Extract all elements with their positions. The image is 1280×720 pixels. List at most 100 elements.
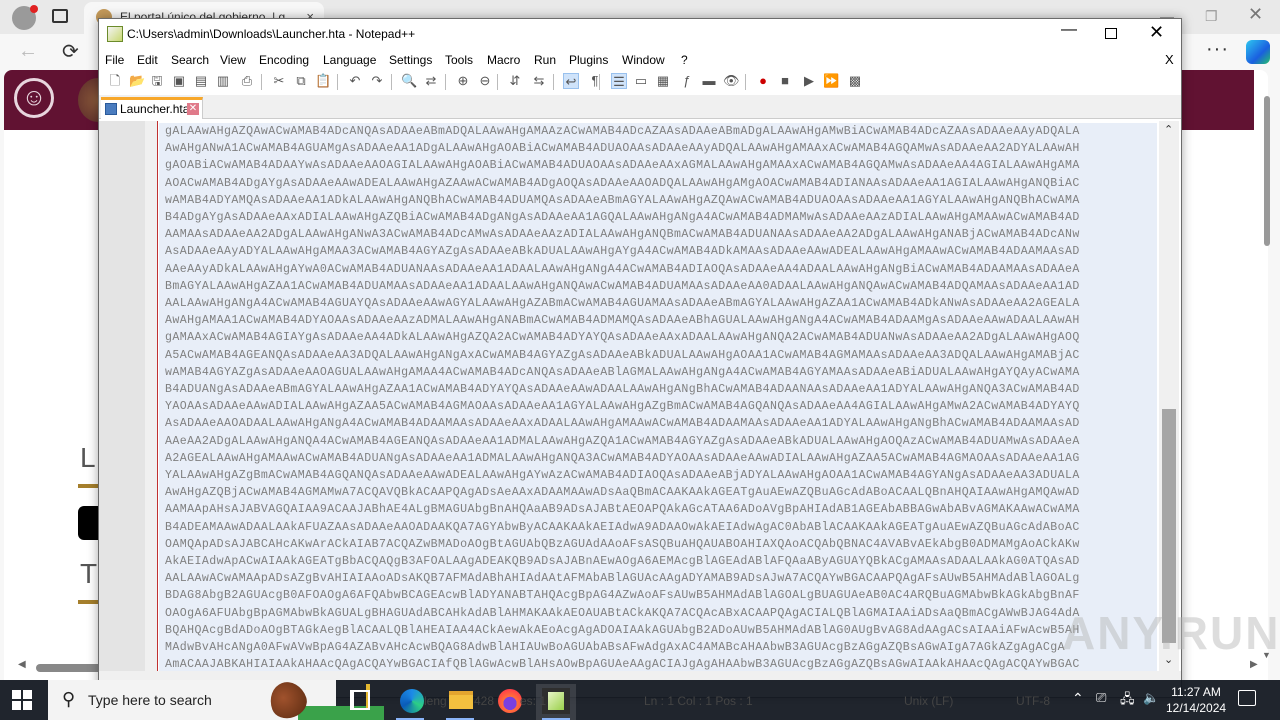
show-all-chars-icon[interactable]: ¶ xyxy=(587,73,603,89)
tab-launcher-hta[interactable]: Launcher.hta ✕ xyxy=(101,97,203,119)
doc-map-icon[interactable]: ▭ xyxy=(633,73,649,89)
code-line: wAMAB4AGYAZgAsADAAeAAOAGUALAAwAHgAMAA4AC… xyxy=(165,365,1080,379)
cut-icon[interactable]: ✂ xyxy=(271,73,287,89)
print-icon[interactable]: ⎙ xyxy=(239,73,255,89)
page-heading: L xyxy=(80,442,96,473)
back-button[interactable]: ← xyxy=(18,40,38,63)
tab-actions-icon[interactable] xyxy=(52,9,68,23)
menu-window[interactable]: Window xyxy=(622,53,665,67)
show-hidden-icons-button[interactable]: ⌃ xyxy=(1072,690,1084,707)
code-line: OAMQApADsAJABCAHcAKwArACkAIAB7ACQAZwBMAD… xyxy=(165,537,1080,551)
replace-icon[interactable]: ⇄ xyxy=(423,73,439,89)
redo-icon[interactable]: ↷ xyxy=(369,73,385,89)
status-ghost-text: 428 xyxy=(474,694,495,708)
menu-file[interactable]: File xyxy=(105,53,124,67)
close-file-icon[interactable]: ▤ xyxy=(193,73,209,89)
browser-close-button[interactable]: ✕ xyxy=(1248,4,1263,25)
menu-macro[interactable]: Macro xyxy=(487,53,520,67)
notification-dot xyxy=(30,5,38,13)
paste-icon[interactable]: 📋 xyxy=(315,73,331,89)
code-editor[interactable]: gALAAwAHgAZQAwACwAMAB4ADcANQAsADAAeABmAD… xyxy=(159,123,1157,671)
volume-icon[interactable]: 🔈 xyxy=(1143,690,1159,706)
meet-now-icon[interactable]: ⎚ xyxy=(1096,690,1112,706)
minimize-button[interactable]: — xyxy=(1059,21,1079,39)
reload-button[interactable]: ⟳ xyxy=(62,39,79,64)
browser-restore-button[interactable]: ❐ xyxy=(1205,8,1218,25)
saved-file-icon xyxy=(105,103,117,115)
save-macro-icon[interactable]: ▩ xyxy=(847,73,863,89)
stop-record-icon[interactable]: ■ xyxy=(777,73,793,89)
scroll-up-icon[interactable]: ⌃ xyxy=(1164,123,1173,136)
scroll-right-icon[interactable]: ▶ xyxy=(1250,659,1258,670)
accessibility-icon[interactable]: ☺ xyxy=(14,78,54,118)
notepad-plus-plus-window: C:\Users\admin\Downloads\Launcher.hta - … xyxy=(98,18,1182,698)
status-ghost-text: leng xyxy=(424,694,447,708)
code-line: AkAEIAdwApACwAIAAkAGEATgBbACQAQgB3AFOALA… xyxy=(165,555,1080,569)
save-all-icon[interactable]: ▣ xyxy=(171,73,187,89)
notification-center-icon[interactable] xyxy=(1238,690,1256,706)
zoom-in-icon[interactable]: ⊕ xyxy=(455,73,471,89)
toolbar-separator xyxy=(337,74,338,90)
code-line: AwAHgAMAA1ACwAMAB4ADYAOAAsADAAeAAzADMALA… xyxy=(165,314,1080,328)
menu-plugins[interactable]: Plugins xyxy=(569,53,608,67)
doc-list-icon[interactable]: ▦ xyxy=(655,73,671,89)
close-document-button[interactable]: X xyxy=(1165,52,1174,67)
code-line: AwAHgANwA1ACwAMAB4AGUAMgAsADAAeAA1ADgALA… xyxy=(165,142,1080,156)
network-icon[interactable]: 🖧 xyxy=(1120,690,1136,706)
save-icon[interactable]: 🖫 xyxy=(149,73,165,89)
menu-run[interactable]: Run xyxy=(534,53,556,67)
menu-settings[interactable]: Settings xyxy=(389,53,432,67)
title-bar[interactable]: C:\Users\admin\Downloads\Launcher.hta - … xyxy=(99,19,1181,49)
playback-macro-icon[interactable]: ▶ xyxy=(801,73,817,89)
sync-horizontal-icon[interactable]: ⇆ xyxy=(531,73,547,89)
start-button[interactable] xyxy=(12,690,32,710)
copy-icon[interactable]: ⧉ xyxy=(293,73,309,89)
open-file-icon[interactable]: 📂 xyxy=(129,73,145,89)
code-line: AwAHgAZQBjACwAMAB4AGMAMwA7ACQAVQBkACAAPQ… xyxy=(165,486,1080,500)
menu-view[interactable]: View xyxy=(220,53,246,67)
code-line: gAMAAxACwAMAB4AGIAYgAsADAAeAA4ADkALAAwAH… xyxy=(165,331,1080,345)
page-vertical-scrollbar[interactable]: ▼ xyxy=(1262,88,1272,678)
maximize-button[interactable] xyxy=(1105,28,1117,39)
menu-language[interactable]: Language xyxy=(323,53,376,67)
code-line: OAOgA6AFUAbgBpAGMAbwBkAGUALgBHAGUAdABCAH… xyxy=(165,606,1080,620)
code-line: BDAG8AbgB2AGUAcgB0AFOAOgA6AFQAbwBCAGEAcw… xyxy=(165,589,1080,603)
folder-workspace-icon[interactable]: ▬ xyxy=(701,73,717,89)
menu-tools[interactable]: Tools xyxy=(445,53,473,67)
indent-guide-icon[interactable]: ☰ xyxy=(611,73,627,89)
new-file-icon[interactable]: 🗋 xyxy=(107,73,123,89)
menu-edit[interactable]: Edit xyxy=(137,53,158,67)
system-clock[interactable]: 11:27 AM 12/14/2024 xyxy=(1166,684,1226,716)
anyrun-watermark: ANY.RUN xyxy=(1062,607,1280,659)
tab-close-icon[interactable]: ✕ xyxy=(187,103,199,115)
word-wrap-icon[interactable]: ↩ xyxy=(563,73,579,89)
zoom-out-icon[interactable]: ⊖ xyxy=(477,73,493,89)
scrollbar-thumb[interactable] xyxy=(1264,96,1270,246)
code-line: YAOAAsADAAeAAwADIALAAwAHgAZAA5ACwAMAB4AG… xyxy=(165,400,1080,414)
function-list-icon[interactable]: ƒ xyxy=(679,73,695,89)
undo-icon[interactable]: ↶ xyxy=(347,73,363,89)
run-macro-multiple-icon[interactable]: ⏩ xyxy=(823,73,839,89)
find-icon[interactable]: 🔍 xyxy=(401,73,417,89)
taskbar-search[interactable]: ⚲ Type here to search xyxy=(48,676,384,720)
clock-time: 11:27 AM xyxy=(1171,685,1221,699)
status-eol: Unix (LF) xyxy=(904,694,954,708)
menu-help[interactable]: ? xyxy=(681,53,688,67)
scroll-left-icon[interactable]: ◀ xyxy=(18,659,26,670)
edge-line xyxy=(157,121,158,671)
copilot-icon[interactable] xyxy=(1246,40,1270,64)
toolbar-separator xyxy=(391,74,392,90)
close-all-icon[interactable]: ▥ xyxy=(215,73,231,89)
menu-search[interactable]: Search xyxy=(171,53,209,67)
task-view-button[interactable] xyxy=(350,690,370,710)
fold-margin[interactable] xyxy=(145,121,157,671)
sync-vertical-icon[interactable]: ⇵ xyxy=(507,73,523,89)
tab-label: Launcher.hta xyxy=(120,102,190,116)
monitoring-icon[interactable]: 👁 xyxy=(723,73,740,89)
record-macro-icon[interactable]: ● xyxy=(755,73,771,89)
editor-vertical-scrollbar[interactable]: ⌃ ⌄ xyxy=(1159,121,1179,671)
code-line: B4ADEAMAAwADAALAAkAFUAZAAsADAAeAAOADAAKQ… xyxy=(165,520,1080,534)
close-button[interactable]: ✕ xyxy=(1149,22,1164,43)
more-menu-button[interactable]: ··· xyxy=(1206,38,1229,61)
menu-encoding[interactable]: Encoding xyxy=(259,53,309,67)
